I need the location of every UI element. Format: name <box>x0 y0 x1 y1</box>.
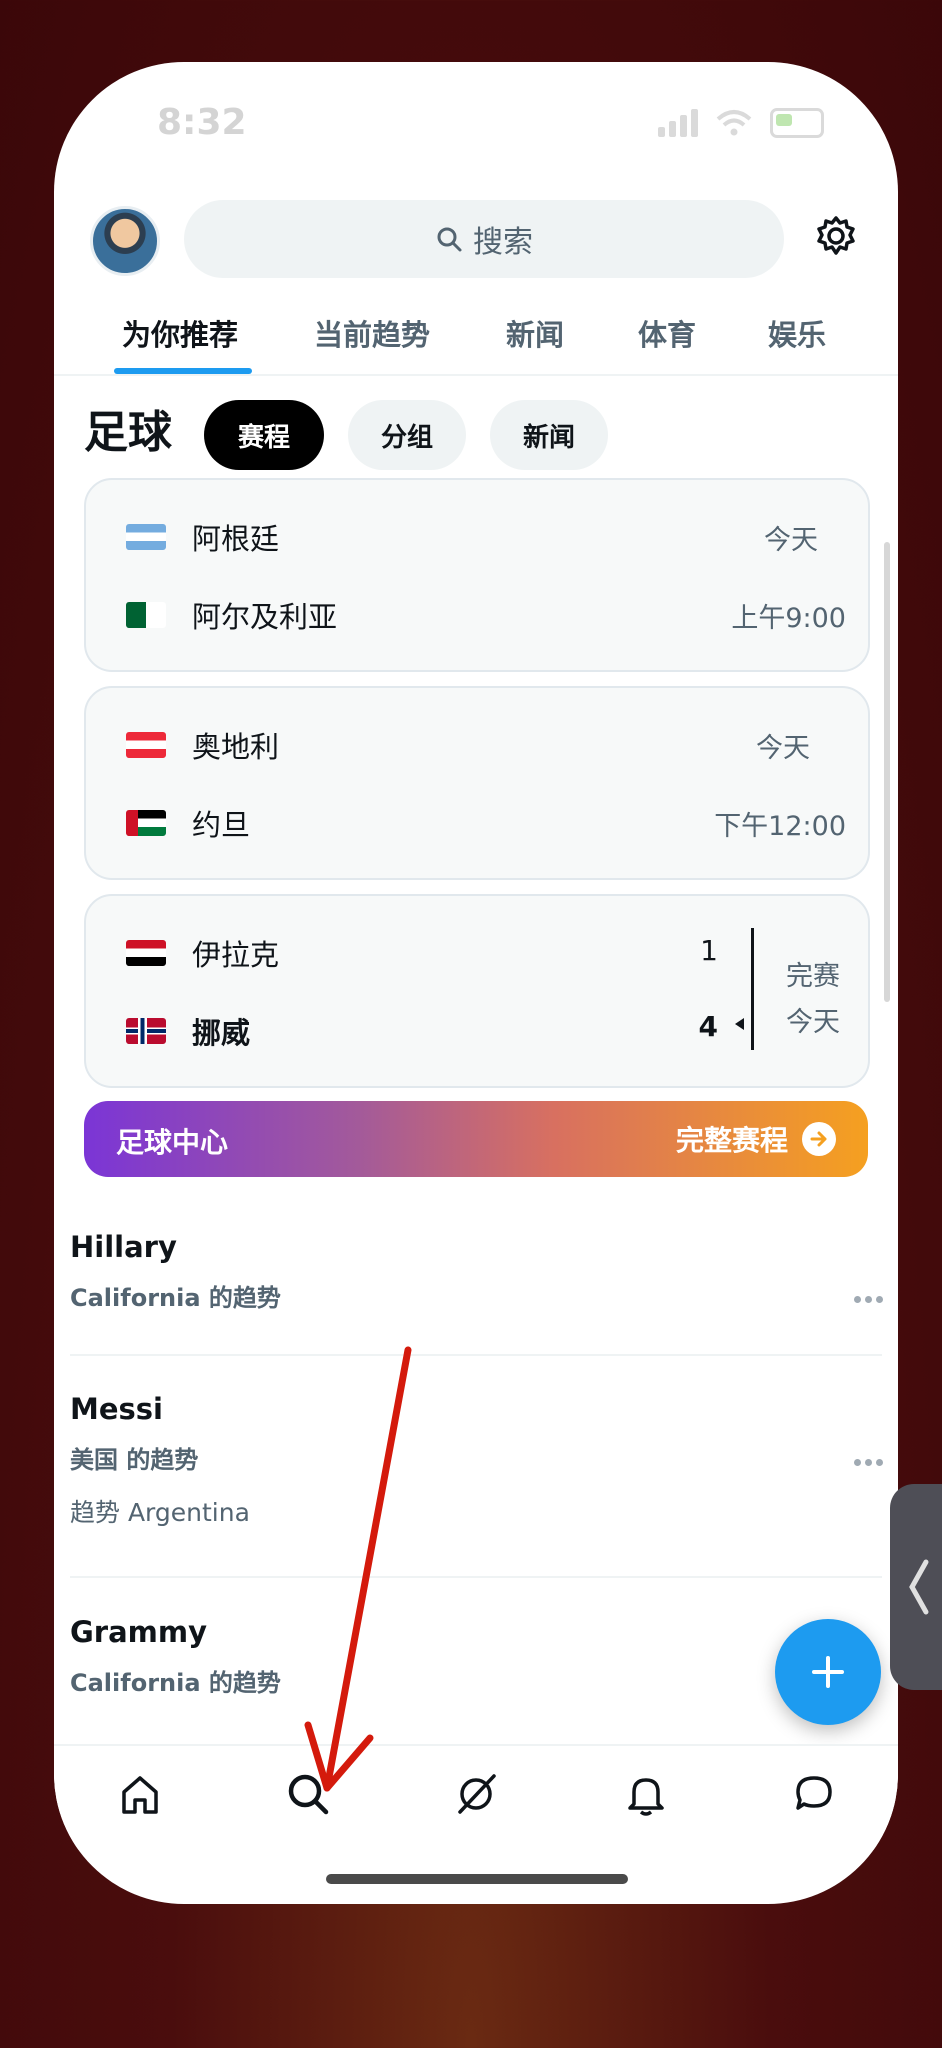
winner-indicator-icon <box>735 1018 744 1030</box>
status-icons <box>658 108 824 138</box>
phone-screen: 8:32 搜索 为你推荐 当前趋势 新闻 体育 娱乐 足球 赛程 分组 新闻 阿… <box>54 62 898 1904</box>
tab-sports[interactable]: 体育 <box>638 312 696 354</box>
pill-schedule[interactable]: 赛程 <box>204 400 324 470</box>
soccer-section-header: 足球 赛程 分组 新闻 <box>54 374 898 474</box>
match-card[interactable]: 奥地利 约旦 今天 下午12:00 <box>84 686 870 880</box>
top-header: 搜索 <box>54 190 898 286</box>
more-options-icon[interactable] <box>854 1296 884 1304</box>
tab-news[interactable]: 新闻 <box>506 312 564 354</box>
team-name: 阿根廷 <box>192 522 280 556</box>
team-score: 1 <box>700 934 718 967</box>
trend-name: Grammy <box>70 1615 208 1649</box>
match-day: 今天 <box>764 525 818 556</box>
trend-location: California 的趋势 <box>70 1284 281 1312</box>
scrollbar[interactable] <box>884 542 890 1002</box>
divider <box>70 1576 882 1578</box>
avatar[interactable] <box>90 206 160 276</box>
arrow-right-icon <box>802 1122 836 1156</box>
trend-context: 趋势 Argentina <box>70 1498 250 1527</box>
team-row: 约旦 <box>126 802 250 844</box>
match-day: 今天 <box>756 733 810 764</box>
match-time: 下午12:00 <box>714 811 846 842</box>
pill-news[interactable]: 新闻 <box>490 400 608 470</box>
team-row: 伊拉克 <box>126 932 279 974</box>
norway-flag-icon <box>126 1018 166 1044</box>
explore-tabs: 为你推荐 当前趋势 新闻 体育 娱乐 <box>54 290 898 376</box>
pill-groups[interactable]: 分组 <box>348 400 466 470</box>
team-name: 阿尔及利亚 <box>192 600 338 634</box>
search-input[interactable]: 搜索 <box>184 200 784 278</box>
team-row: 阿尔及利亚 <box>126 594 337 636</box>
plus-icon <box>812 1656 844 1688</box>
side-handle[interactable] <box>890 1484 942 1690</box>
austria-flag-icon <box>126 732 166 758</box>
jordan-flag-icon <box>126 810 166 836</box>
argentina-flag-icon <box>126 524 166 550</box>
soccer-hub-banner[interactable]: 足球中心 完整赛程 <box>84 1101 868 1177</box>
search-placeholder: 搜索 <box>473 225 533 260</box>
team-row: 奥地利 <box>126 724 279 766</box>
team-name: 约旦 <box>192 808 251 842</box>
match-card[interactable]: 阿根廷 阿尔及利亚 今天 上午9:00 <box>84 478 870 672</box>
bottom-nav <box>54 1744 898 1850</box>
status-time: 8:32 <box>157 102 247 143</box>
search-icon[interactable] <box>282 1768 334 1820</box>
match-status: 完赛 <box>786 961 840 992</box>
message-icon[interactable] <box>788 1768 840 1820</box>
tab-entertainment[interactable]: 娱乐 <box>768 312 826 354</box>
chevron-left-icon <box>909 1559 929 1615</box>
trend-item[interactable]: Messi 美国 的趋势 趋势 Argentina <box>70 1392 882 1529</box>
divider <box>70 1354 882 1356</box>
team-score-winner: 4 <box>698 1010 718 1043</box>
match-card[interactable]: 伊拉克 挪威 1 4 完赛 今天 <box>84 894 870 1088</box>
trend-name: Hillary <box>70 1230 177 1264</box>
wifi-icon <box>716 110 752 136</box>
home-icon[interactable] <box>114 1768 166 1820</box>
trend-item[interactable]: Grammy California 的趋势 <box>70 1615 882 1698</box>
compose-button[interactable] <box>775 1619 881 1725</box>
team-name-winner: 挪威 <box>192 1016 251 1050</box>
trend-location: California 的趋势 <box>70 1669 281 1697</box>
soccer-title: 足球 <box>84 407 172 458</box>
algeria-flag-icon <box>126 602 166 628</box>
team-name: 奥地利 <box>192 730 280 764</box>
match-time: 上午9:00 <box>731 603 846 634</box>
home-indicator <box>326 1874 628 1884</box>
tab-for-you[interactable]: 为你推荐 <box>122 312 238 354</box>
trend-item[interactable]: Hillary California 的趋势 <box>70 1230 882 1313</box>
status-bar: 8:32 <box>54 62 898 192</box>
battery-icon <box>770 108 824 138</box>
full-schedule-link[interactable]: 完整赛程 <box>676 1119 836 1159</box>
iraq-flag-icon <box>126 940 166 966</box>
trend-name: Messi <box>70 1392 163 1426</box>
score-divider <box>751 928 754 1050</box>
tab-trending[interactable]: 当前趋势 <box>314 312 430 354</box>
team-name: 伊拉克 <box>192 938 280 972</box>
cellular-signal-icon <box>658 109 698 137</box>
soccer-hub-label: 足球中心 <box>116 1126 229 1159</box>
grok-icon[interactable] <box>450 1768 502 1820</box>
bell-icon[interactable] <box>620 1768 672 1820</box>
match-day: 今天 <box>786 1007 840 1038</box>
more-options-icon[interactable] <box>854 1459 884 1467</box>
team-row: 阿根廷 <box>126 516 279 558</box>
gear-icon[interactable] <box>812 212 860 260</box>
team-row: 挪威 <box>126 1010 250 1052</box>
search-icon <box>437 227 462 252</box>
trend-location: 美国 的趋势 <box>70 1446 199 1474</box>
full-schedule-label: 完整赛程 <box>675 1124 788 1157</box>
